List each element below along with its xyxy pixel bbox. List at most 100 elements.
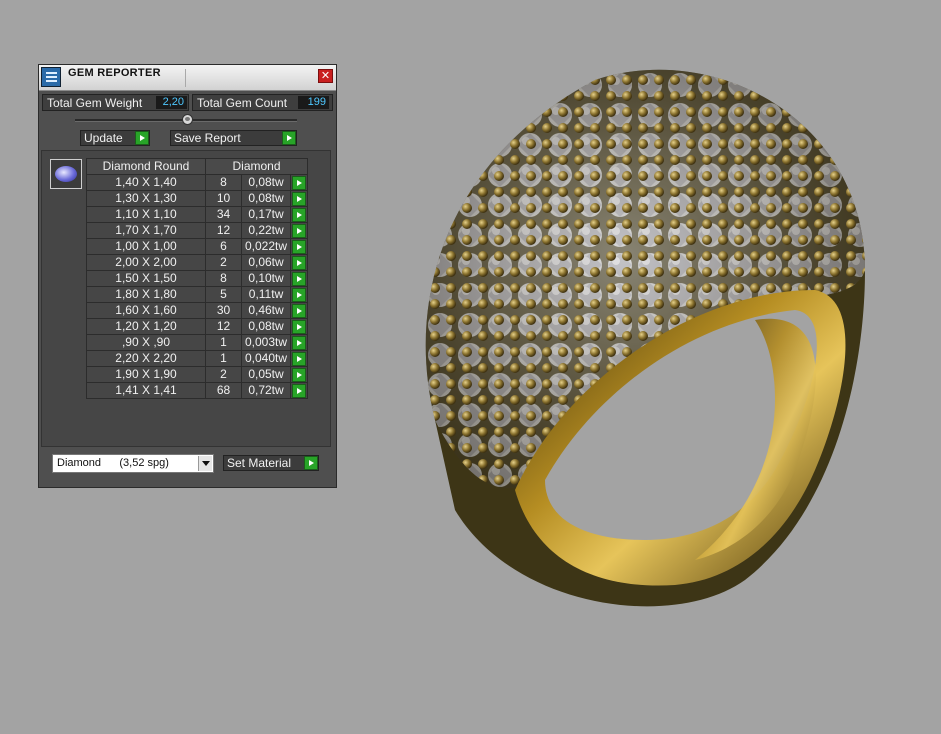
gem-list-area: Diamond Round Diamond 1,40 X 1,40 8 0,08tw…	[41, 150, 331, 447]
gem-size-cell: 1,00 X 1,00	[86, 238, 206, 255]
select-row-button[interactable]	[290, 334, 308, 351]
gem-weight-cell: 0,22tw	[241, 222, 291, 239]
gem-size-cell: 1,41 X 1,41	[86, 382, 206, 399]
gem-size-cell: 1,80 X 1,80	[86, 286, 206, 303]
gem-size-cell: 2,20 X 2,20	[86, 350, 206, 367]
gem-count-cell: 2	[205, 366, 242, 383]
select-row-button[interactable]	[290, 270, 308, 287]
gem-reporter-panel: GEM REPORTER ✕ Total Gem Weight 2,20 Tot…	[38, 64, 337, 488]
gem-count-cell: 34	[205, 206, 242, 223]
table-row[interactable]: 1,60 X 1,60 30 0,46tw	[86, 302, 308, 319]
select-row-button[interactable]	[290, 238, 308, 255]
select-row-button[interactable]	[290, 318, 308, 335]
gem-size-cell: 1,70 X 1,70	[86, 222, 206, 239]
gem-count-cell: 6	[205, 238, 242, 255]
select-row-button[interactable]	[290, 222, 308, 239]
play-icon	[135, 131, 149, 145]
total-gem-weight-label: Total Gem Weight	[47, 96, 143, 110]
gem-weight-cell: 0,46tw	[241, 302, 291, 319]
table-row[interactable]: ,90 X ,90 1 0,003tw	[86, 334, 308, 351]
table-row[interactable]: 1,20 X 1,20 12 0,08tw	[86, 318, 308, 335]
table-row[interactable]: 1,30 X 1,30 10 0,08tw	[86, 190, 308, 207]
gem-count-cell: 10	[205, 190, 242, 207]
gem-weight-cell: 0,11tw	[241, 286, 291, 303]
gem-weight-cell: 0,08tw	[241, 190, 291, 207]
select-row-button[interactable]	[290, 190, 308, 207]
gem-weight-cell: 0,10tw	[241, 270, 291, 287]
play-icon	[292, 272, 306, 286]
material-select-value: Diamond (3,52 spg)	[57, 457, 169, 469]
select-row-button[interactable]	[290, 302, 308, 319]
table-row[interactable]: 1,50 X 1,50 8 0,10tw	[86, 270, 308, 287]
select-row-button[interactable]	[290, 174, 308, 191]
panel-titlebar[interactable]: GEM REPORTER ✕	[39, 65, 336, 91]
round-diamond-icon[interactable]	[50, 159, 82, 189]
gem-count-cell: 1	[205, 350, 242, 367]
gem-size-cell: 1,20 X 1,20	[86, 318, 206, 335]
gem-weight-cell: 0,08tw	[241, 318, 291, 335]
update-button-label: Update	[84, 131, 123, 145]
table-row[interactable]: 1,10 X 1,10 34 0,17tw	[86, 206, 308, 223]
gem-weight-cell: 0,05tw	[241, 366, 291, 383]
play-icon	[292, 240, 306, 254]
total-gem-weight-value: 2,20	[156, 96, 187, 109]
panel-title: GEM REPORTER	[68, 67, 161, 79]
select-row-button[interactable]	[290, 286, 308, 303]
gem-size-cell: 1,50 X 1,50	[86, 270, 206, 287]
table-row[interactable]: 1,41 X 1,41 68 0,72tw	[86, 382, 308, 399]
app-icon	[41, 67, 61, 87]
select-row-button[interactable]	[290, 254, 308, 271]
gem-size-cell: 1,90 X 1,90	[86, 366, 206, 383]
total-gem-count-value: 199	[298, 96, 329, 109]
gem-weight-cell: 0,003tw	[241, 334, 291, 351]
gem-weight-cell: 0,022tw	[241, 238, 291, 255]
table-row[interactable]: 1,80 X 1,80 5 0,11tw	[86, 286, 308, 303]
play-icon	[292, 352, 306, 366]
gem-weight-cell: 0,040tw	[241, 350, 291, 367]
gem-count-cell: 1	[205, 334, 242, 351]
play-icon	[292, 320, 306, 334]
column-header-material: Diamond	[205, 158, 308, 175]
chevron-down-icon[interactable]	[198, 456, 212, 471]
size-slider-handle[interactable]	[182, 114, 193, 125]
gem-weight-cell: 0,08tw	[241, 174, 291, 191]
gem-size-cell: 2,00 X 2,00	[86, 254, 206, 271]
play-icon	[304, 456, 318, 470]
gem-count-cell: 8	[205, 270, 242, 287]
update-button[interactable]: Update	[80, 130, 150, 146]
gem-size-cell: 1,60 X 1,60	[86, 302, 206, 319]
select-row-button[interactable]	[290, 206, 308, 223]
save-report-button[interactable]: Save Report	[170, 130, 297, 146]
gem-weight-cell: 0,17tw	[241, 206, 291, 223]
material-select[interactable]: Diamond (3,52 spg)	[52, 454, 214, 473]
play-icon	[292, 208, 306, 222]
select-row-button[interactable]	[290, 382, 308, 399]
set-material-button[interactable]: Set Material	[223, 455, 319, 471]
play-icon	[292, 384, 306, 398]
table-row[interactable]: 1,40 X 1,40 8 0,08tw	[86, 174, 308, 191]
select-row-button[interactable]	[290, 366, 308, 383]
play-icon	[292, 336, 306, 350]
gem-count-cell: 12	[205, 222, 242, 239]
table-row[interactable]: 1,90 X 1,90 2 0,05tw	[86, 366, 308, 383]
total-gem-weight: Total Gem Weight 2,20	[42, 94, 189, 111]
table-row[interactable]: 2,20 X 2,20 1 0,040tw	[86, 350, 308, 367]
gem-table: Diamond Round Diamond 1,40 X 1,40 8 0,08tw…	[86, 158, 308, 399]
column-header-shape: Diamond Round	[86, 158, 206, 175]
play-icon	[282, 131, 296, 145]
play-icon	[292, 304, 306, 318]
table-row[interactable]: 1,70 X 1,70 12 0,22tw	[86, 222, 308, 239]
table-row[interactable]: 2,00 X 2,00 2 0,06tw	[86, 254, 308, 271]
table-row[interactable]: 1,00 X 1,00 6 0,022tw	[86, 238, 308, 255]
titlebar-divider	[185, 69, 186, 87]
select-row-button[interactable]	[290, 350, 308, 367]
gem-weight-cell: 0,72tw	[241, 382, 291, 399]
play-icon	[292, 256, 306, 270]
gem-size-cell: 1,30 X 1,30	[86, 190, 206, 207]
gem-count-cell: 2	[205, 254, 242, 271]
gem-size-cell: ,90 X ,90	[86, 334, 206, 351]
close-button[interactable]: ✕	[318, 69, 333, 83]
gem-count-cell: 30	[205, 302, 242, 319]
total-gem-count-label: Total Gem Count	[197, 96, 288, 110]
play-icon	[292, 288, 306, 302]
